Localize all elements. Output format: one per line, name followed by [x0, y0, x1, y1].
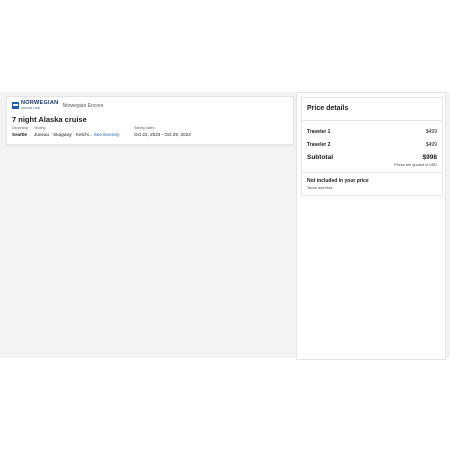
price-details-title: Price details: [307, 105, 349, 112]
ship-name: Norwegian Encore: [62, 102, 104, 109]
visiting-info: Visiting Juneau · Skagway · Ketchi... Se…: [34, 126, 120, 138]
norwegian-logo-icon: [12, 102, 19, 109]
not-included-items: Taxes and fees: [307, 186, 333, 190]
visiting-value-row: Juneau · Skagway · Ketchi... See itinera…: [34, 131, 120, 138]
logo-wordmark: NORWEGIAN: [21, 100, 59, 106]
visiting-value: Juneau · Skagway · Ketchi...: [34, 131, 93, 137]
subtotal-label: Subtotal: [307, 154, 333, 161]
see-itinerary-link[interactable]: See itinerary: [94, 132, 120, 137]
traveler-amount: $499: [425, 142, 437, 148]
traveler-label: Traveler 2: [307, 142, 331, 148]
brand-row: NORWEGIAN CRUISE LINE Norwegian Encore: [12, 100, 104, 110]
logo-subtitle: CRUISE LINE: [21, 106, 40, 110]
traveler-row: Traveler 2 $499: [307, 142, 437, 148]
traveler-row: Traveler 1 $499: [307, 129, 437, 135]
norwegian-logo: NORWEGIAN CRUISE LINE: [21, 100, 59, 110]
departing-value: Seattle: [12, 131, 28, 137]
subtotal-amount: $998: [422, 154, 437, 161]
sailing-dates-value: Oct 22, 2023 - Oct 29, 2023: [134, 131, 191, 137]
currency-note: Prices are quoted in USD: [394, 163, 437, 167]
divider: [302, 172, 442, 173]
departing-label: Departing: [12, 126, 28, 130]
divider: [302, 120, 442, 121]
sailing-dates-label: Sailing dates: [134, 126, 155, 130]
cruise-title: 7 night Alaska cruise: [12, 115, 87, 124]
sailing-dates-info: Sailing dates Oct 22, 2023 - Oct 29, 202…: [134, 126, 191, 137]
visiting-label: Visiting: [34, 126, 46, 130]
departing-info: Departing Seattle: [12, 126, 28, 137]
cruise-summary-card: NORWEGIAN CRUISE LINE Norwegian Encore 7…: [6, 96, 294, 145]
subtotal-row: Subtotal $998: [307, 154, 437, 161]
traveler-amount: $499: [425, 129, 437, 135]
traveler-label: Traveler 1: [307, 129, 331, 135]
price-details-card: Price details Traveler 1 $499 Traveler 2…: [301, 97, 443, 196]
not-included-title: Not included in your price: [307, 178, 369, 184]
price-sidebar: Price details Traveler 1 $499 Traveler 2…: [296, 92, 446, 360]
